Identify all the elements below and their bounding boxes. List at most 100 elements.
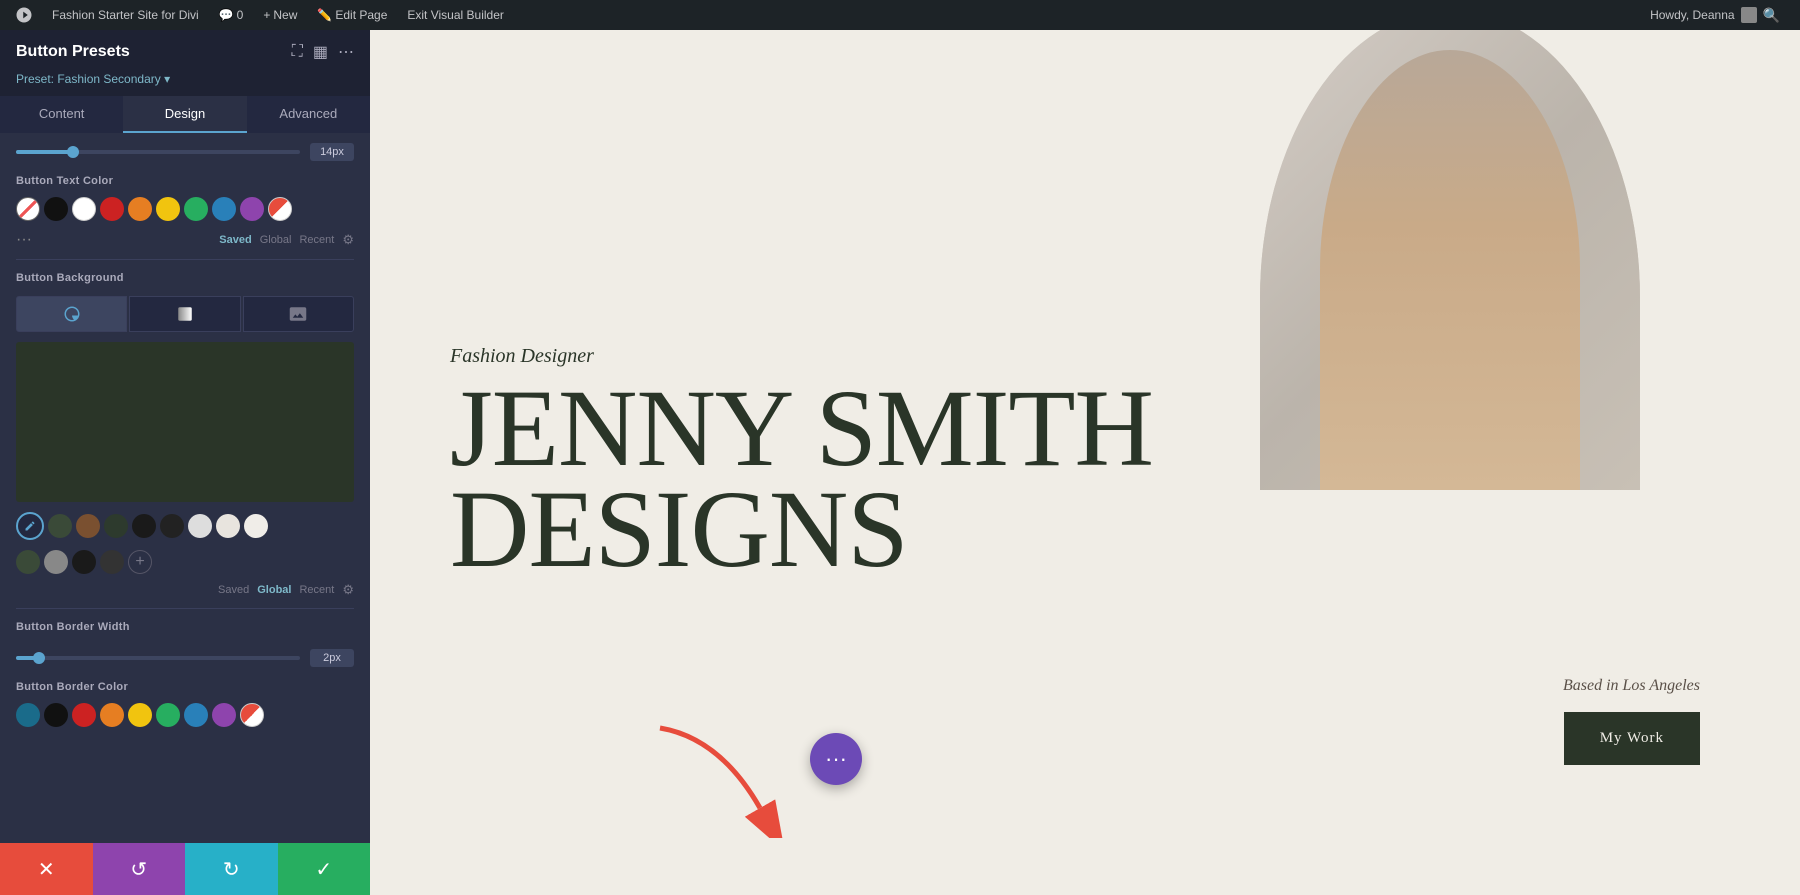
fashion-subtitle: Fashion Designer [450, 345, 1153, 368]
saved-link[interactable]: Saved [219, 234, 251, 246]
border-width-value: 2px [310, 649, 354, 667]
font-size-value: 14px [310, 143, 354, 161]
swatch-black[interactable] [44, 197, 68, 221]
color-preview-box[interactable] [16, 342, 354, 502]
swatch-green2[interactable] [16, 550, 40, 574]
swatch-dark-green[interactable] [48, 514, 72, 538]
border-width-track[interactable] [16, 656, 300, 660]
button-background-label: Button Background [0, 262, 370, 290]
swatch-orange[interactable] [128, 197, 152, 221]
fashion-text-area: Fashion Designer JENNY SMITH DESIGNS [370, 345, 1153, 580]
confirm-button[interactable]: ✓ [278, 843, 371, 895]
bg-settings-icon[interactable]: ⚙ [342, 582, 354, 598]
left-panel: Button Presets ⛶ ▦ ⋯ Preset: Fashion Sec… [0, 30, 370, 895]
swatch-off-white[interactable] [244, 514, 268, 538]
reset-button[interactable]: ↺ [93, 843, 186, 895]
tab-content[interactable]: Content [0, 96, 123, 133]
swatch-green[interactable] [184, 197, 208, 221]
border-swatch-red[interactable] [72, 703, 96, 727]
swatch-forest[interactable] [104, 514, 128, 538]
button-border-width-label: Button Border Width [0, 611, 370, 639]
border-swatch-black[interactable] [44, 703, 68, 727]
swatch-cream[interactable] [216, 514, 240, 538]
action-bar: ✕ ↺ ↻ ✓ [0, 843, 370, 895]
howdy-section: Howdy, Deanna 🔍 [1650, 7, 1790, 24]
bg-meta-links: Saved Global Recent ⚙ [218, 582, 354, 598]
main-area: Button Presets ⛶ ▦ ⋯ Preset: Fashion Sec… [0, 30, 1800, 895]
swatch-white[interactable] [72, 197, 96, 221]
bg-swatch-row-1 [0, 506, 370, 544]
button-text-color-label: Button Text Color [0, 165, 370, 193]
font-size-fill [16, 150, 73, 154]
bg-type-gradient[interactable] [129, 296, 240, 332]
border-width-thumb[interactable] [33, 652, 45, 664]
border-swatch-green[interactable] [156, 703, 180, 727]
wp-admin-bar: Fashion Starter Site for Divi 💬 0 + New … [0, 0, 1800, 30]
recent-link[interactable]: Recent [299, 234, 334, 246]
font-size-thumb[interactable] [67, 146, 79, 158]
border-color-swatches [0, 699, 370, 733]
bg-type-image[interactable] [243, 296, 354, 332]
border-swatch-blue[interactable] [184, 703, 208, 727]
swatch-settings-icon[interactable]: ⚙ [342, 232, 354, 248]
bg-global-link[interactable]: Global [257, 584, 291, 596]
swatch-light-gray[interactable] [188, 514, 212, 538]
wordpress-logo[interactable] [10, 0, 38, 30]
edit-page-link[interactable]: ✏️ Edit Page [307, 0, 397, 30]
swatch-custom[interactable] [268, 197, 292, 221]
text-color-meta-links: Saved Global Recent ⚙ [219, 232, 354, 248]
panel-tabs: Content Design Advanced [0, 96, 370, 133]
swatch-yellow[interactable] [156, 197, 180, 221]
swatch-dark[interactable] [160, 514, 184, 538]
search-icon[interactable]: 🔍 [1763, 7, 1780, 24]
bg-saved-link[interactable]: Saved [218, 584, 249, 596]
tab-design[interactable]: Design [123, 96, 246, 133]
global-link[interactable]: Global [260, 234, 292, 246]
text-color-swatch-meta: ··· Saved Global Recent ⚙ [0, 227, 370, 257]
swatch-red[interactable] [100, 197, 124, 221]
swatch-dark2[interactable] [100, 550, 124, 574]
swatch-purple[interactable] [240, 197, 264, 221]
button-text-color-swatches [0, 193, 370, 227]
add-swatch-icon[interactable]: + [128, 550, 152, 574]
swatch-blue[interactable] [212, 197, 236, 221]
swatch-brown[interactable] [76, 514, 100, 538]
purple-fab[interactable]: ··· [810, 733, 862, 785]
border-width-slider-row: 2px [0, 639, 370, 671]
swatch-black2[interactable] [72, 550, 96, 574]
my-work-button[interactable]: My Work [1564, 712, 1700, 765]
fashion-content: Fashion Designer JENNY SMITH DESIGNS Bas… [370, 30, 1800, 895]
exit-builder-link[interactable]: Exit Visual Builder [397, 0, 514, 30]
site-name-link[interactable]: Fashion Starter Site for Divi [42, 0, 209, 30]
cancel-button[interactable]: ✕ [0, 843, 93, 895]
divider-1 [16, 259, 354, 260]
swatch-gray[interactable] [44, 550, 68, 574]
border-swatch-yellow[interactable] [128, 703, 152, 727]
border-swatch-custom[interactable] [240, 703, 264, 727]
panel-fullscreen-icon[interactable]: ⛶ [292, 43, 303, 61]
font-size-track[interactable] [16, 150, 300, 154]
border-swatch-orange[interactable] [100, 703, 124, 727]
panel-columns-icon[interactable]: ▦ [313, 42, 328, 62]
edit-color-icon[interactable] [16, 512, 44, 540]
bg-swatch-row-2: + [0, 544, 370, 578]
panel-more-icon[interactable]: ⋯ [338, 42, 354, 62]
bg-swatch-meta: Saved Global Recent ⚙ [0, 578, 370, 606]
new-link[interactable]: + New [253, 0, 307, 30]
border-swatch-purple[interactable] [212, 703, 236, 727]
bg-type-color[interactable] [16, 296, 127, 332]
more-dots-icon[interactable]: ··· [16, 231, 32, 249]
preset-subtitle[interactable]: Preset: Fashion Secondary ▾ [0, 70, 370, 96]
tab-advanced[interactable]: Advanced [247, 96, 370, 133]
border-swatch-teal[interactable] [16, 703, 40, 727]
button-border-color-label: Button Border Color [0, 671, 370, 699]
user-avatar [1741, 7, 1757, 23]
swatch-transparent[interactable] [16, 197, 40, 221]
comments-link[interactable]: 💬 0 [209, 0, 254, 30]
fashion-image-placeholder [1260, 30, 1640, 490]
canvas-area: Fashion Designer JENNY SMITH DESIGNS Bas… [370, 30, 1800, 895]
swatch-very-dark[interactable] [132, 514, 156, 538]
bg-recent-link[interactable]: Recent [299, 584, 334, 596]
font-size-slider-row: 14px [0, 133, 370, 165]
redo-button[interactable]: ↻ [185, 843, 278, 895]
